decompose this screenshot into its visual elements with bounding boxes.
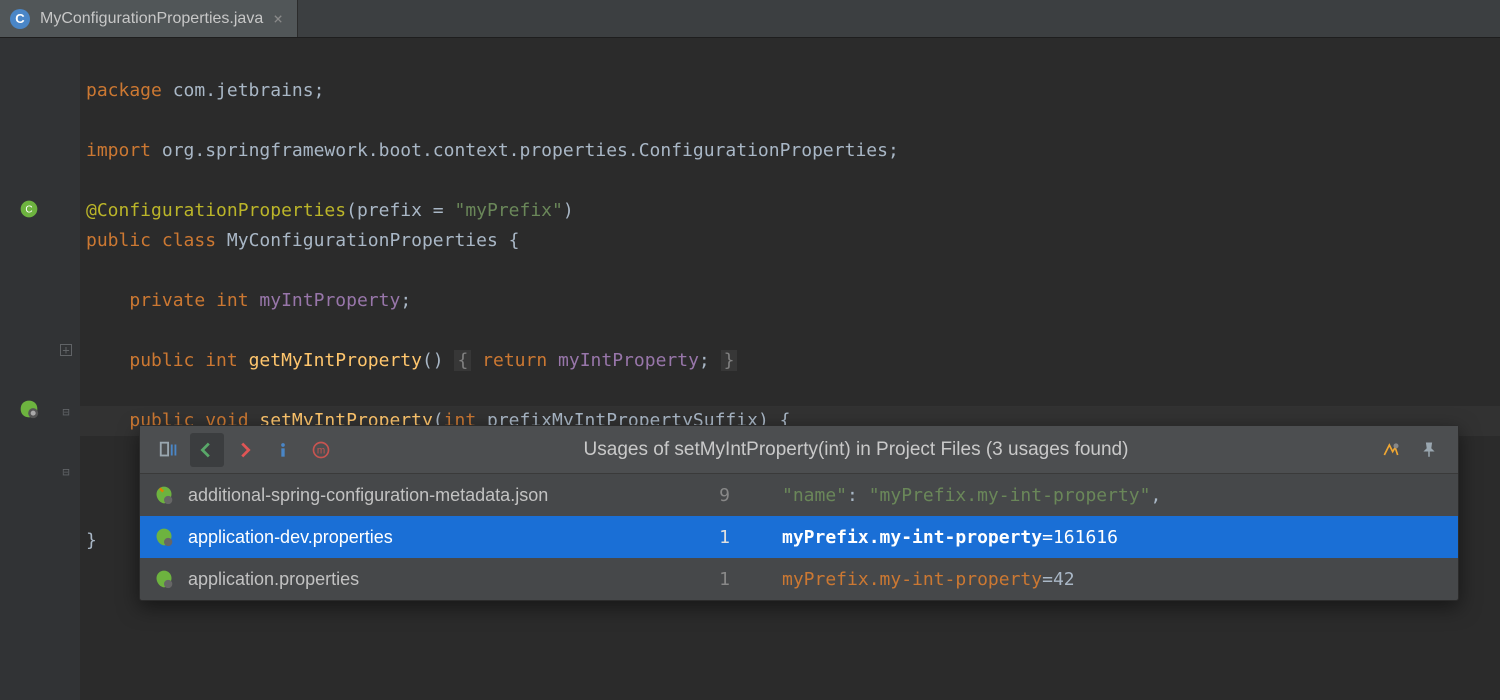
package-name: com.jetbrains (173, 80, 314, 101)
fold-brace: } (721, 350, 738, 371)
annotation: @ConfigurationProperties (86, 200, 346, 221)
info-icon[interactable] (266, 433, 300, 467)
usage-row[interactable]: application.properties 1 myPrefix.my-int… (140, 558, 1458, 600)
keyword: public (86, 230, 162, 251)
punct: ; (699, 350, 721, 371)
keyword: class (162, 230, 227, 251)
punct: ; (888, 140, 899, 161)
next-occurrence-icon[interactable] (228, 433, 262, 467)
usage-line-number: 1 (690, 569, 730, 590)
prev-occurrence-icon[interactable] (190, 433, 224, 467)
spring-config-icon (154, 527, 176, 547)
fold-brace: { (454, 350, 471, 371)
popup-title: Usages of setMyIntProperty(int) in Proje… (342, 439, 1370, 461)
spring-method-icon[interactable] (18, 398, 40, 420)
import-path: org.springframework.boot.context.propert… (162, 140, 888, 161)
java-class-icon: C (10, 9, 30, 29)
keyword: package (86, 80, 162, 101)
class-name: MyConfigurationProperties (227, 230, 509, 251)
punct: ( (346, 200, 357, 221)
keyword: return (471, 350, 558, 371)
punct: ; (314, 80, 325, 101)
pin-icon[interactable] (1412, 433, 1446, 467)
usage-filename: application.properties (188, 569, 678, 590)
punct: ; (400, 290, 411, 311)
usage-row[interactable]: additional-spring-configuration-metadata… (140, 474, 1458, 516)
punct: () (422, 350, 455, 371)
fold-end-icon[interactable]: ⊟ (60, 466, 72, 478)
popup-toolbar: m Usages of setMyIntProperty(int) in Pro… (140, 426, 1458, 474)
tab-filename: MyConfigurationProperties.java (40, 10, 263, 28)
usage-snippet: myPrefix.my-int-property=161616 (742, 527, 1444, 548)
punct: { (509, 230, 520, 251)
svg-text:C: C (25, 204, 32, 215)
usage-snippet: "name": "myPrefix.my-int-property", (742, 485, 1444, 506)
keyword: int (216, 290, 259, 311)
usage-filename: additional-spring-configuration-metadata… (188, 485, 678, 506)
find-usages-popup: m Usages of setMyIntProperty(int) in Pro… (139, 425, 1459, 601)
punct: ) (563, 200, 574, 221)
spring-bean-icon[interactable]: C (18, 198, 40, 220)
gutter: C + ⊟ ⊟ (0, 38, 80, 700)
string-literal: "myPrefix" (454, 200, 562, 221)
open-in-tool-window-icon[interactable] (152, 433, 186, 467)
settings-icon[interactable] (1374, 433, 1408, 467)
usage-line-number: 1 (690, 527, 730, 548)
usage-filename: application-dev.properties (188, 527, 678, 548)
tab-bar: C MyConfigurationProperties.java × (0, 0, 1500, 38)
spring-config-icon (154, 485, 176, 505)
spring-config-icon (154, 569, 176, 589)
method-name: getMyIntProperty (249, 350, 422, 371)
punct: } (86, 530, 97, 551)
fold-collapse-icon[interactable]: ⊟ (60, 406, 72, 418)
editor-tab[interactable]: C MyConfigurationProperties.java × (0, 0, 298, 37)
close-icon[interactable]: × (273, 9, 283, 28)
keyword: public (129, 350, 205, 371)
field-ref: myIntProperty (558, 350, 699, 371)
keyword: private (129, 290, 216, 311)
svg-text:m: m (317, 445, 325, 456)
fold-expand-icon[interactable]: + (60, 344, 72, 356)
usage-row[interactable]: application-dev.properties 1 myPrefix.my… (140, 516, 1458, 558)
method-marker-icon[interactable]: m (304, 433, 338, 467)
field-name: myIntProperty (259, 290, 400, 311)
param-name: prefix = (357, 200, 455, 221)
keyword: int (205, 350, 248, 371)
usage-line-number: 9 (690, 485, 730, 506)
usage-snippet: myPrefix.my-int-property=42 (742, 569, 1444, 590)
usage-list: additional-spring-configuration-metadata… (140, 474, 1458, 600)
keyword: import (86, 140, 151, 161)
